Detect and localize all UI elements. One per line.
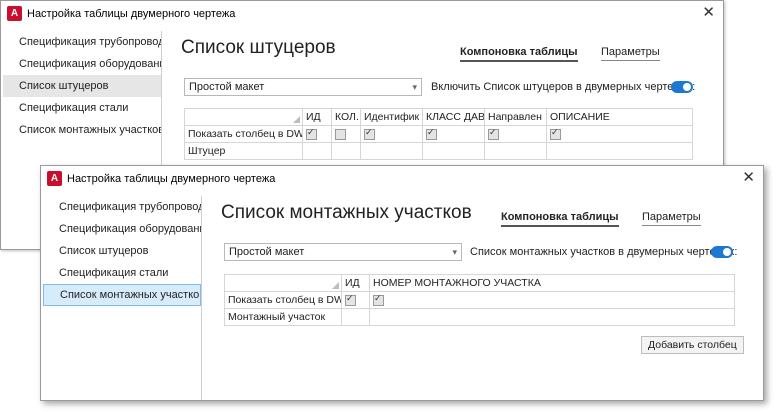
table-row: Монтажный участок (224, 308, 735, 326)
include-label: Список монтажных участков в двумерных че… (470, 246, 738, 258)
close-icon[interactable]: ✕ (702, 4, 715, 22)
show-column-checkbox[interactable] (550, 127, 561, 140)
add-column-button[interactable]: Добавить столбец (641, 336, 744, 354)
dialog-window-assembly-list: A Настройка таблицы двумерного чертежа ✕… (40, 165, 764, 401)
include-toggle[interactable] (671, 81, 693, 93)
columns-grid: ИД КОЛ. Идентифик КЛАСС ДАВЛ Направлен О… (184, 108, 693, 160)
tab-parameters[interactable]: Параметры (601, 46, 660, 61)
layout-dropdown-value: Простой макет (229, 246, 305, 258)
grid-cell (331, 125, 361, 143)
show-column-checkbox[interactable] (345, 293, 356, 306)
show-column-checkbox[interactable] (364, 127, 375, 140)
sidebar-item-equipment-spec[interactable]: Спецификация оборудования (43, 218, 201, 240)
chevron-down-icon: ▾ (412, 82, 417, 92)
table-row: Штуцер (184, 142, 693, 160)
include-toggle[interactable] (711, 246, 733, 258)
sidebar-item-nozzle-list[interactable]: Список штуцеров (3, 75, 161, 97)
layout-dropdown-value: Простой макет (189, 81, 265, 93)
grid-cell (422, 125, 485, 143)
show-column-checkbox[interactable] (488, 127, 499, 140)
grid-cell (484, 125, 547, 143)
tab-table-layout[interactable]: Компоновка таблицы (501, 211, 619, 227)
sidebar: Спецификация трубопровода Спецификация о… (43, 196, 202, 400)
sidebar-item-piping-spec[interactable]: Спецификация трубопровода (43, 196, 201, 218)
window-title: Настройка таблицы двумерного чертежа (27, 8, 236, 20)
page-title: Список штуцеров (181, 37, 336, 58)
sidebar-item-equipment-spec[interactable]: Спецификация оборудования (3, 53, 161, 75)
autocad-plant-icon: A (7, 6, 22, 21)
sidebar-item-steel-spec[interactable]: Спецификация стали (3, 97, 161, 119)
grid-cell[interactable] (341, 308, 370, 326)
autocad-plant-icon: A (47, 171, 62, 186)
toggle-knob (723, 248, 731, 256)
tab-parameters[interactable]: Параметры (642, 211, 701, 226)
grid-corner (184, 108, 303, 126)
sidebar-item-piping-spec[interactable]: Спецификация трубопровода (3, 31, 161, 53)
column-header[interactable]: ИД (341, 274, 370, 292)
column-header[interactable]: КОЛ. (331, 108, 361, 126)
row-label: Показать столбец в DWG (224, 291, 342, 309)
show-column-checkbox[interactable] (373, 293, 384, 306)
page-title: Список монтажных участков (221, 202, 472, 223)
layout-dropdown[interactable]: Простой макет ▾ (224, 243, 462, 261)
grid-cell (546, 125, 693, 143)
grid-cell[interactable] (422, 142, 485, 160)
row-label: Показать столбец в DWG (184, 125, 303, 143)
column-header[interactable]: Направлен (484, 108, 547, 126)
sidebar-item-assembly-list[interactable]: Список монтажных участков (3, 119, 161, 141)
toggle-knob (683, 83, 691, 91)
sidebar-item-steel-spec[interactable]: Спецификация стали (43, 262, 201, 284)
column-header[interactable]: ИД (302, 108, 332, 126)
close-icon[interactable]: ✕ (742, 169, 755, 187)
grid-cell (341, 291, 370, 309)
layout-dropdown[interactable]: Простой макет ▾ (184, 78, 422, 96)
grid-corner (224, 274, 342, 292)
grid-cell (360, 125, 423, 143)
grid-cell[interactable] (546, 142, 693, 160)
grid-cell (369, 291, 735, 309)
titlebar: A Настройка таблицы двумерного чертежа ✕ (1, 1, 723, 27)
grid-header-row: ИД НОМЕР МОНТАЖНОГО УЧАСТКА (224, 274, 735, 292)
columns-grid: ИД НОМЕР МОНТАЖНОГО УЧАСТКА Показать сто… (224, 274, 735, 326)
grid-cell[interactable] (484, 142, 547, 160)
tab-table-layout[interactable]: Компоновка таблицы (460, 46, 578, 62)
sidebar-item-nozzle-list[interactable]: Список штуцеров (43, 240, 201, 262)
titlebar: A Настройка таблицы двумерного чертежа ✕ (41, 166, 763, 192)
grid-header-row: ИД КОЛ. Идентифик КЛАСС ДАВЛ Направлен О… (184, 108, 693, 126)
include-label: Включить Список штуцеров в двумерных чер… (431, 81, 696, 93)
column-header[interactable]: КЛАСС ДАВЛ (422, 108, 485, 126)
chevron-down-icon: ▾ (452, 247, 457, 257)
grid-cell[interactable] (369, 308, 735, 326)
show-column-checkbox[interactable] (335, 128, 346, 140)
sidebar-item-assembly-list[interactable]: Список монтажных участков (43, 284, 201, 306)
show-column-checkbox[interactable] (426, 127, 437, 140)
column-header[interactable]: ОПИСАНИЕ (546, 108, 693, 126)
grid-cell (302, 125, 332, 143)
grid-cell[interactable] (360, 142, 423, 160)
grid-cell[interactable] (302, 142, 332, 160)
show-column-checkbox[interactable] (306, 127, 317, 140)
row-label: Монтажный участок (224, 308, 342, 326)
column-header[interactable]: Идентифик (360, 108, 423, 126)
column-header[interactable]: НОМЕР МОНТАЖНОГО УЧАСТКА (369, 274, 735, 292)
grid-cell[interactable] (331, 142, 361, 160)
table-row: Показать столбец в DWG (184, 125, 693, 143)
window-title: Настройка таблицы двумерного чертежа (67, 173, 276, 185)
table-row: Показать столбец в DWG (224, 291, 735, 309)
row-label: Штуцер (184, 142, 303, 160)
